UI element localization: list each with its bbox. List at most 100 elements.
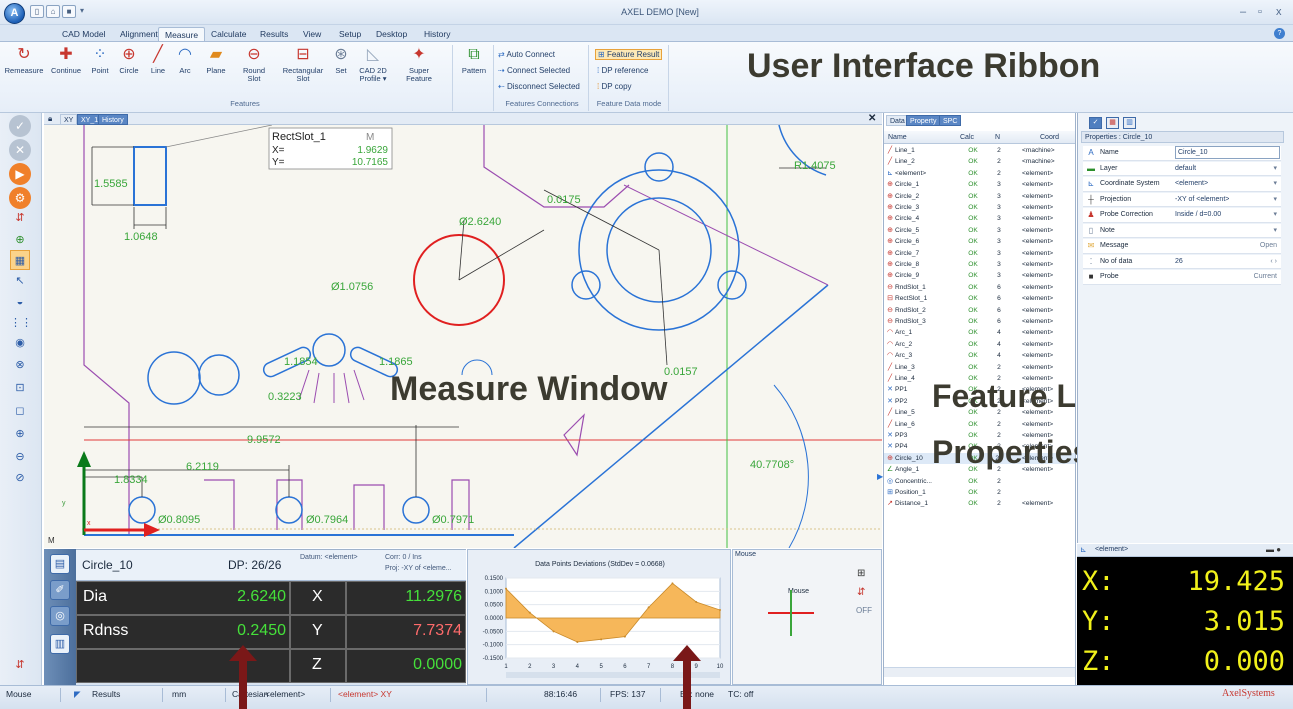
zoom-window-icon[interactable]: ⊡ xyxy=(10,378,30,398)
feature-result-button[interactable]: ⊞ Feature Result xyxy=(595,49,663,60)
property-action[interactable]: Current xyxy=(1254,270,1277,284)
feature-row[interactable]: ╱ Line_2 OK 2 <machine> xyxy=(884,156,1075,167)
zoom-out-icon[interactable]: ⊖ xyxy=(10,447,30,467)
dro-options-icon[interactable]: ▬ ● xyxy=(1266,545,1281,554)
property-value[interactable]: 26 xyxy=(1175,255,1275,269)
probe-status-icon[interactable]: ⇵ xyxy=(10,655,30,675)
restore-button[interactable]: ▫ xyxy=(1258,6,1262,18)
probe-icon[interactable]: ⇵ xyxy=(857,587,865,598)
status-coord-system[interactable]: Cartesian xyxy=(232,689,268,699)
col-name[interactable]: Name xyxy=(888,134,907,141)
feature-row[interactable]: ⊖ RndSlot_2 OK 6 <element> xyxy=(884,305,1075,316)
property-action[interactable]: ▾ xyxy=(1273,224,1277,238)
minimize-button[interactable]: – xyxy=(1240,6,1246,18)
status-element[interactable]: <element> xyxy=(265,689,305,699)
feature-row[interactable]: ⊖ RndSlot_1 OK 6 <element> xyxy=(884,282,1075,293)
status-results[interactable]: Results xyxy=(92,689,120,699)
property-row[interactable]: A Name Circle_10 xyxy=(1083,146,1281,161)
joystick-icon[interactable]: ⊞ xyxy=(857,568,865,579)
table-view-icon[interactable]: ▤ xyxy=(50,554,70,574)
grid-select-icon[interactable]: ▦ xyxy=(10,250,30,270)
check-icon[interactable]: ✓ xyxy=(9,115,31,137)
tab-desktop[interactable]: Desktop xyxy=(370,27,413,42)
property-row[interactable]: ⁚ No of data 26 ‹ › xyxy=(1083,254,1281,269)
tab-measure[interactable]: Measure xyxy=(158,27,206,42)
tab-spc[interactable]: SPC xyxy=(939,115,962,126)
property-action[interactable]: Open xyxy=(1260,239,1277,253)
ribbon-button-round-slot[interactable]: ⊖ Round Slot xyxy=(236,46,272,83)
feature-row[interactable]: ⊕ Circle_1 OK 3 <element> xyxy=(884,179,1075,190)
feature-row[interactable]: ⊕ Circle_4 OK 3 <element> xyxy=(884,213,1075,224)
feature-row[interactable]: ⊕ Circle_7 OK 3 <element> xyxy=(884,248,1075,259)
tab-setup[interactable]: Setup xyxy=(333,27,367,42)
tab-view[interactable]: View xyxy=(297,27,327,42)
status-projection[interactable]: <element> XY xyxy=(338,689,392,699)
property-value[interactable]: -XY of <element> xyxy=(1175,193,1275,207)
zoom-in-icon[interactable]: ⊕ xyxy=(10,424,30,444)
axis-icon[interactable]: ⊕ xyxy=(10,230,30,250)
auto-connect-button[interactable]: ⇄ Auto Connect xyxy=(498,50,555,59)
feature-row[interactable]: ⊾ <element> OK 2 <element> xyxy=(884,168,1075,179)
tab-results[interactable]: Results xyxy=(254,27,294,42)
property-action[interactable]: ▾ xyxy=(1273,162,1277,176)
report-view-icon[interactable]: ▥ xyxy=(50,634,70,654)
dp-reference-button[interactable]: ⁞ DP reference xyxy=(597,66,648,75)
new-file-icon[interactable]: ▯ xyxy=(30,5,44,18)
sphere-icon[interactable]: ◒ xyxy=(10,292,30,312)
property-value[interactable]: default xyxy=(1175,162,1275,176)
close-button[interactable]: x xyxy=(1276,6,1282,18)
feature-row[interactable]: ⊕ Circle_5 OK 3 <element> xyxy=(884,225,1075,236)
feature-row[interactable]: ◠ Arc_3 OK 4 <element> xyxy=(884,350,1075,361)
off-label[interactable]: OFF xyxy=(856,606,872,615)
property-action[interactable]: ▾ xyxy=(1273,208,1277,222)
settings-icon[interactable]: ⚙ xyxy=(9,187,31,209)
property-row[interactable]: ▯ Note ▾ xyxy=(1083,223,1281,238)
ribbon-button-rect-slot[interactable]: ⊟ Rectangular Slot xyxy=(280,46,326,83)
feature-row[interactable]: ⊕ Circle_8 OK 3 <element> xyxy=(884,259,1075,270)
lock-icon[interactable]: 🔒︎ xyxy=(48,114,52,124)
tab-calculate[interactable]: Calculate xyxy=(205,27,252,42)
property-row[interactable]: ┼ Projection -XY of <element> ▾ xyxy=(1083,192,1281,207)
feature-row[interactable]: ⊕ Circle_2 OK 3 <element> xyxy=(884,191,1075,202)
zoom-box-icon[interactable]: ◻ xyxy=(10,401,30,421)
view-grid-icon[interactable]: ⋮⋮ xyxy=(10,313,32,333)
property-value[interactable]: Circle_10 xyxy=(1175,146,1280,159)
tab-property[interactable]: Property xyxy=(906,115,941,126)
probe-view-icon[interactable]: ✐ xyxy=(50,580,70,600)
property-row[interactable]: ▬ Layer default ▾ xyxy=(1083,161,1281,176)
eye-icon[interactable]: ◉ xyxy=(10,333,30,353)
property-row[interactable]: ⊾ Coordinate System <element> ▾ xyxy=(1083,177,1281,192)
feature-list-scrollbar[interactable] xyxy=(884,667,1075,677)
ribbon-button-arc[interactable]: ◠ Arc xyxy=(174,46,196,75)
chart-icon[interactable]: ▥ xyxy=(1123,117,1136,129)
cancel-icon[interactable]: ✕ xyxy=(9,139,31,161)
chat-view-icon[interactable]: ◎ xyxy=(50,606,70,626)
property-value[interactable]: Inside / d=0.00 xyxy=(1175,208,1275,222)
ribbon-button-cad-profile[interactable]: ◺ CAD 2D Profile ▾ xyxy=(352,46,394,83)
property-row[interactable]: ✉ Message Open xyxy=(1083,239,1281,254)
play-icon[interactable]: ▶ xyxy=(9,163,31,185)
ribbon-button-plane[interactable]: ▰ Plane xyxy=(201,46,231,75)
col-n[interactable]: N xyxy=(995,134,1000,141)
tab-history[interactable]: History xyxy=(418,27,456,42)
check-icon[interactable]: ✓ xyxy=(1089,117,1102,129)
feature-row[interactable]: ⊟ RectSlot_1 OK 6 <element> xyxy=(884,293,1075,304)
property-value[interactable]: <element> xyxy=(1175,177,1275,191)
connect-selected-button[interactable]: ⇢ Connect Selected xyxy=(498,66,570,75)
close-measure-icon[interactable]: ✕ xyxy=(868,113,876,124)
ribbon-button-super-feature[interactable]: ✦ Super Feature xyxy=(397,46,441,83)
feature-row[interactable]: ◠ Arc_2 OK 4 <element> xyxy=(884,339,1075,350)
feature-row[interactable]: ⊖ RndSlot_3 OK 6 <element> xyxy=(884,316,1075,327)
ribbon-button-continue[interactable]: ✚ Continue xyxy=(48,46,84,75)
probe-icon[interactable]: ⇵ xyxy=(10,208,30,228)
application-menu-button[interactable]: A xyxy=(4,3,25,24)
feature-row[interactable]: ⊕ Circle_6 OK 3 <element> xyxy=(884,236,1075,247)
dp-copy-button[interactable]: ⁞ DP copy xyxy=(597,82,632,91)
feature-row[interactable]: ╱ Line_1 OK 2 <machine> xyxy=(884,145,1075,156)
quick-access-dropdown-icon[interactable]: ▾ xyxy=(80,6,84,15)
help-icon[interactable]: ? xyxy=(1274,28,1285,39)
feature-row[interactable]: ⊕ Circle_3 OK 3 <element> xyxy=(884,202,1075,213)
feature-row[interactable]: ⊕ Circle_9 OK 3 <element> xyxy=(884,270,1075,281)
property-action[interactable]: ‹ › xyxy=(1270,255,1277,269)
tab-view-history[interactable]: History xyxy=(98,114,128,125)
